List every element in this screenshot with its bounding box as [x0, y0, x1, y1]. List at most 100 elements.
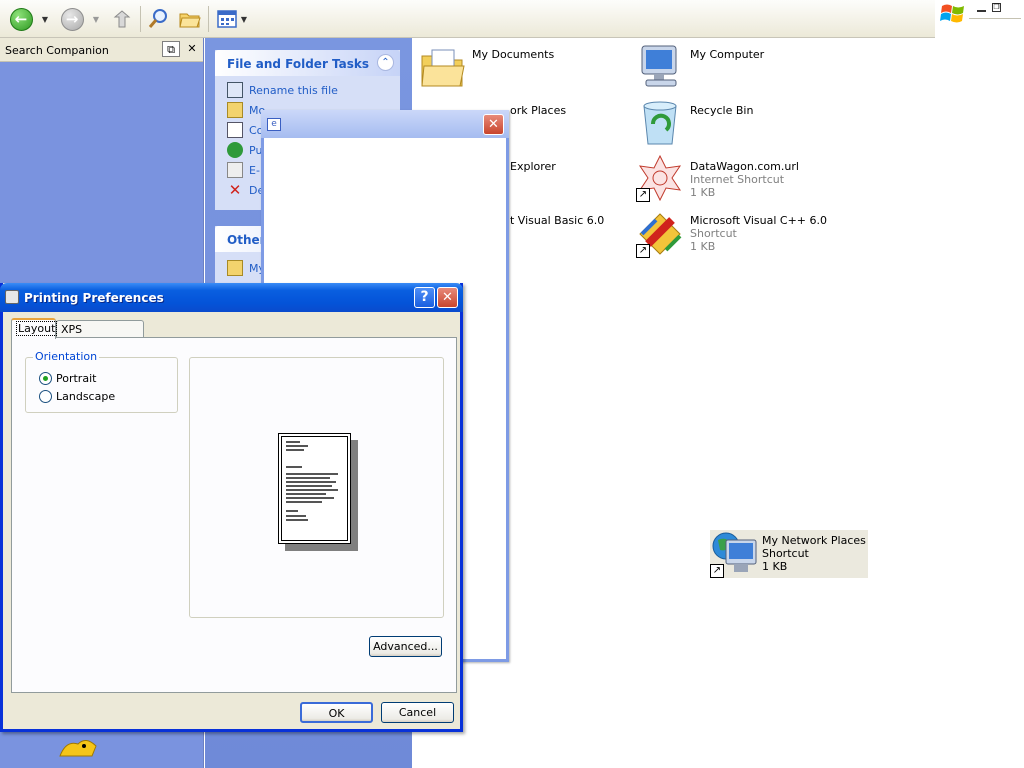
task-copy[interactable]: Co [227, 121, 263, 139]
item-name: My Computer [690, 48, 765, 61]
internet-shortcut-icon: ↗ [636, 154, 684, 202]
folders-button[interactable] [178, 7, 202, 31]
undock-icon[interactable]: ⧉ [162, 41, 180, 57]
rename-icon [227, 82, 243, 98]
item-name: DataWagon.com.url [690, 160, 799, 173]
publish-icon [227, 142, 243, 158]
minimize-icon[interactable] [977, 4, 986, 12]
tab-label: Layout [16, 321, 58, 336]
orientation-label: Orientation [33, 350, 100, 363]
other-place-item[interactable]: My [227, 259, 265, 277]
portrait-page-icon [278, 433, 351, 544]
help-button[interactable]: ? [414, 287, 435, 308]
item-name: Explorer [510, 160, 556, 173]
forward-dropdown-icon[interactable]: ▼ [91, 7, 101, 31]
task-label: E- [249, 163, 260, 177]
radio-selected-icon [39, 372, 52, 385]
item-size: 1 KB [762, 560, 788, 573]
back-dropdown-icon[interactable]: ▼ [40, 7, 50, 31]
visual-cpp-icon: ↗ [636, 210, 684, 258]
item-name: Microsoft Visual C++ 6.0 [690, 214, 827, 227]
orientation-group: Orientation Portrait Landscape [25, 350, 178, 413]
ok-button[interactable]: OK [300, 702, 373, 723]
item-name: My Network Places [762, 534, 866, 547]
collapse-chevron-icon[interactable]: ⌃ [377, 54, 394, 71]
my-documents-folder-icon [418, 42, 466, 90]
portrait-radio[interactable]: Portrait [39, 372, 96, 385]
item-name: ork Places [510, 104, 567, 117]
task-email[interactable]: E- [227, 161, 260, 179]
item-name: t Visual Basic 6.0 [510, 214, 605, 227]
item-name: Recycle Bin [690, 104, 754, 117]
desktop-item-datawagon[interactable]: ↗ DataWagon.com.url Internet Shortcut 1 … [636, 154, 799, 202]
up-folder-icon [113, 10, 131, 28]
close-pane-icon[interactable]: ✕ [183, 41, 201, 57]
item-type: Shortcut [690, 227, 737, 240]
forward-button[interactable]: → [60, 7, 84, 31]
shortcut-arrow-icon: ↗ [710, 564, 724, 578]
email-icon [227, 162, 243, 178]
desktop-item-visual-cpp[interactable]: ↗ Microsoft Visual C++ 6.0 Shortcut 1 KB [636, 210, 827, 258]
dialog-title: Printing Preferences [24, 291, 164, 305]
item-size: 1 KB [690, 186, 716, 199]
popup-title-bar[interactable]: e ✕ [261, 110, 509, 138]
item-size: 1 KB [690, 240, 716, 253]
restore-icon[interactable]: ❐ [992, 3, 1001, 12]
file-folder-tasks-header[interactable]: File and Folder Tasks ⌃ [215, 50, 400, 76]
task-label: Rename this file [249, 83, 338, 97]
cancel-button[interactable]: Cancel [381, 702, 454, 723]
printing-preferences-dialog: Printing Preferences ? ✕ Layout XPS Docu… [0, 283, 463, 732]
views-dropdown-icon[interactable]: ▼ [240, 7, 248, 31]
item-name: My Documents [472, 48, 555, 61]
radio-label: Landscape [56, 390, 116, 403]
advanced-button[interactable]: Advanced... [369, 636, 442, 657]
task-publish[interactable]: Pu [227, 141, 262, 159]
search-icon [148, 9, 167, 28]
desktop-item-recycle-bin[interactable]: Recycle Bin [636, 98, 753, 146]
views-button[interactable] [216, 7, 238, 31]
task-move[interactable]: Mo [227, 101, 265, 119]
my-computer-icon [636, 42, 684, 90]
ie-page-icon: e [267, 118, 281, 131]
toolbar-divider [208, 6, 209, 32]
recycle-bin-icon [636, 98, 684, 146]
other-places-title: Other [227, 233, 266, 247]
address-divider [969, 18, 1021, 19]
shortcut-arrow-icon: ↗ [636, 188, 650, 202]
radio-label: Portrait [56, 372, 97, 385]
forward-arrow-icon: → [60, 7, 84, 31]
network-places-icon: ↗ [710, 530, 758, 578]
task-rename[interactable]: Rename this file [227, 81, 338, 99]
folder-icon [227, 260, 243, 276]
page-preview [189, 357, 444, 618]
dialog-title-bar[interactable]: Printing Preferences ? ✕ [0, 283, 463, 312]
layout-tab-panel: Orientation Portrait Landscape Advanced.… [11, 337, 457, 693]
back-button[interactable]: ← [9, 7, 33, 31]
copy-icon [227, 122, 243, 138]
popup-close-button[interactable]: ✕ [483, 114, 504, 135]
landscape-radio[interactable]: Landscape [39, 390, 115, 403]
up-folder-button[interactable] [110, 7, 134, 31]
shortcut-arrow-icon: ↗ [636, 244, 650, 258]
views-icon [217, 10, 237, 28]
item-type: Shortcut [762, 547, 809, 560]
move-icon [227, 102, 243, 118]
explorer-toolbar: ← ▼ → ▼ ▼ [0, 0, 935, 38]
desktop-item-my-computer[interactable]: My Computer [636, 42, 764, 90]
toolbar-divider [140, 6, 141, 32]
search-companion-title: Search Companion [5, 44, 109, 57]
task-delete[interactable]: ✕ De [227, 181, 265, 199]
file-folder-tasks-title: File and Folder Tasks [227, 57, 370, 71]
search-dog-icon[interactable] [56, 734, 102, 760]
printer-icon [5, 290, 19, 304]
close-button[interactable]: ✕ [437, 287, 458, 308]
radio-empty-icon [39, 390, 52, 403]
windows-flag-icon [940, 4, 964, 23]
search-button[interactable] [146, 7, 170, 31]
desktop-item-my-documents[interactable]: My Documents [418, 42, 554, 90]
tab-layout[interactable]: Layout [11, 318, 58, 339]
windows-logo-area: ❐ [935, 0, 1024, 38]
item-type: Internet Shortcut [690, 173, 785, 186]
desktop-item-my-network-places-shortcut[interactable]: ↗ My Network Places Shortcut 1 KB [710, 530, 868, 578]
delete-x-icon: ✕ [228, 181, 242, 199]
